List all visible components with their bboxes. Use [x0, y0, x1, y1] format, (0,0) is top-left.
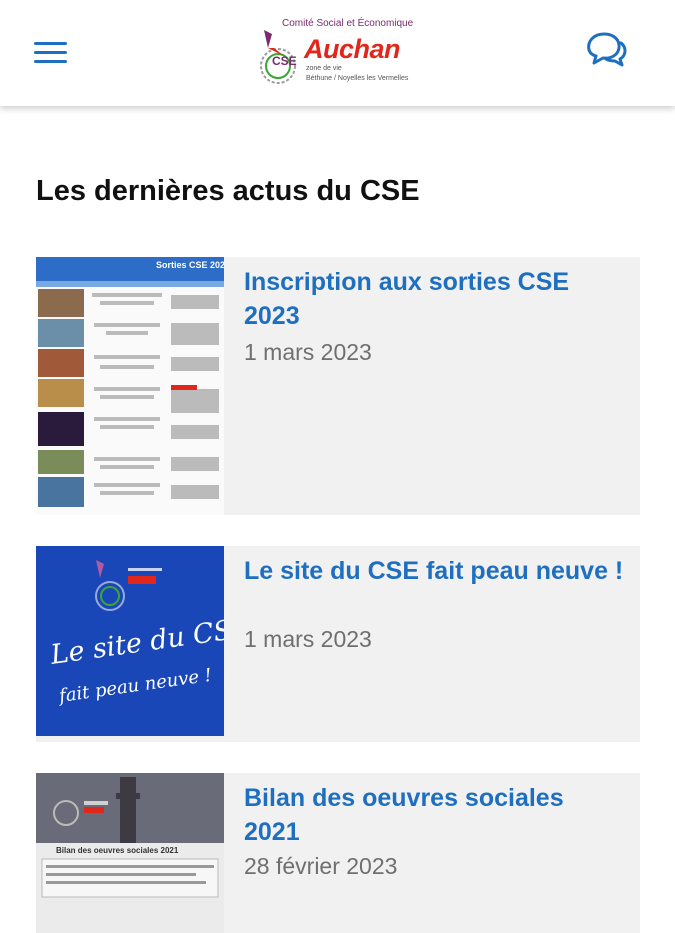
article-card[interactable]: Le site du CSE fait peau neuve ! Le site… — [36, 546, 640, 742]
article-title[interactable]: Inscription aux sorties CSE 2023 — [244, 265, 624, 333]
site-refresh-image: Le site du CSE fait peau neuve ! — [48, 560, 224, 708]
article-thumbnail[interactable]: Sorties CSE 2023 — [36, 257, 224, 515]
article-date: 1 mars 2023 — [244, 626, 372, 652]
article-card[interactable]: Bilan des oeuvres sociales 2021 Bilan de… — [36, 773, 640, 933]
sorties-poster-image: Sorties CSE 2023 — [36, 257, 224, 507]
thumb-script-line1: Le site du CSE — [48, 612, 224, 671]
cse-auchan-logo[interactable]: CSE Comité Social et Économique Auchan z… — [254, 12, 424, 90]
app-header: CSE Comité Social et Économique Auchan z… — [0, 0, 675, 106]
bilan-poster-image: Bilan des oeuvres sociales 2021 — [36, 773, 224, 933]
poster-title: Sorties CSE 2023 — [156, 260, 224, 270]
chat-bubbles-icon[interactable] — [584, 30, 628, 70]
article-date: 1 mars 2023 — [244, 339, 372, 365]
poster-heading: Bilan des oeuvres sociales 2021 — [56, 846, 179, 855]
logo-top-text: Comité Social et Économique — [282, 18, 414, 29]
article-thumbnail[interactable]: Bilan des oeuvres sociales 2021 — [36, 773, 224, 933]
section-title: Les dernières actus du CSE — [36, 175, 420, 207]
article-date: 28 février 2023 — [244, 853, 398, 879]
logo-subtitle-line2: Béthune / Noyelles les Vermelles — [306, 75, 409, 82]
logo-emblem-text: CSE — [272, 54, 297, 68]
article-title[interactable]: Bilan des oeuvres sociales 2021 — [244, 781, 624, 849]
article-title[interactable]: Le site du CSE fait peau neuve ! — [244, 554, 624, 588]
thumb-script-line2: fait peau neuve ! — [56, 665, 213, 708]
article-thumbnail[interactable]: Le site du CSE fait peau neuve ! — [36, 546, 224, 736]
article-card[interactable]: Sorties CSE 2023 Inscription aux sorties… — [36, 257, 640, 515]
hamburger-menu-icon[interactable] — [34, 42, 67, 64]
logo-brand-text: Auchan — [304, 34, 401, 64]
logo-subtitle-line1: zone de vie — [306, 65, 342, 72]
